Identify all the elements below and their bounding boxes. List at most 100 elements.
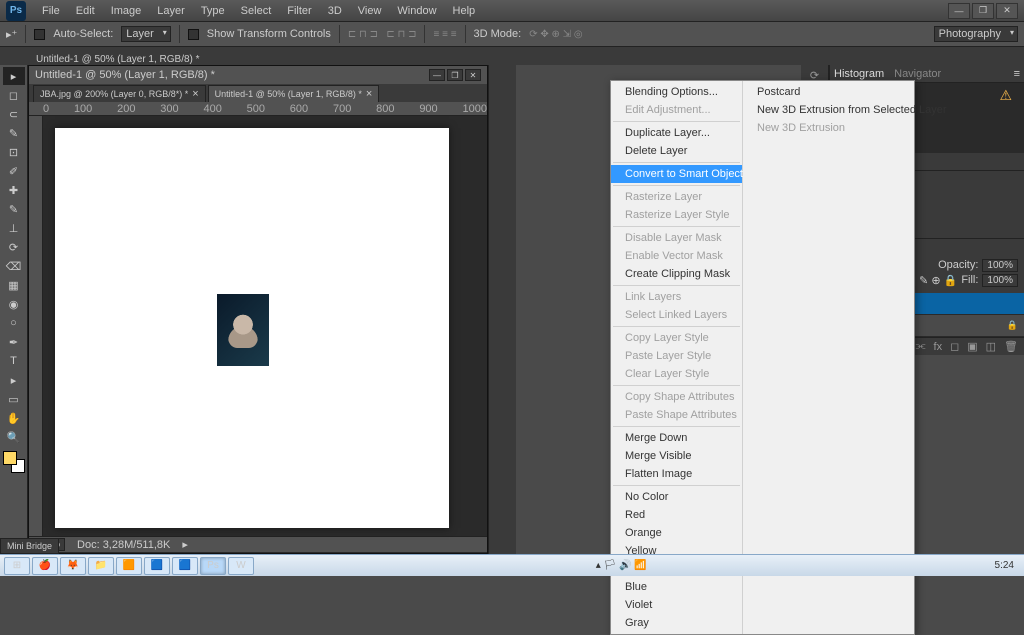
app-logo: Ps (6, 1, 26, 21)
doc-size: Doc: 3,28M/511,8K (77, 539, 170, 551)
ctx-merge-down[interactable]: Merge Down (611, 429, 742, 447)
distribute-icons[interactable]: ≡ ≡ ≡ (433, 29, 456, 40)
taskbar-finder[interactable]: 🍎 (32, 557, 58, 575)
menu-view[interactable]: View (350, 2, 390, 20)
ctx-rasterize-layer: Rasterize Layer (611, 188, 742, 206)
tray-icons[interactable]: ▴ 🏳 🔊 📶 (596, 560, 653, 571)
ctx-disable-layer-mask: Disable Layer Mask (611, 229, 742, 247)
auto-select-checkbox[interactable] (34, 29, 45, 40)
ctx-no-color[interactable]: No Color (611, 488, 742, 506)
align-icons[interactable]: ⊏ ⊓ ⊐ ⊏ ⊓ ⊐ (348, 29, 417, 40)
taskbar-app3[interactable]: 🟦 (172, 557, 198, 575)
status-arrow-icon[interactable]: ▸ (182, 538, 188, 551)
menu-layer[interactable]: Layer (149, 2, 193, 20)
3d-mode-icons[interactable]: ⟳ ✥ ⊕ ⇲ ◎ (529, 29, 582, 40)
hand-tool[interactable]: ✋ (3, 409, 25, 427)
menu-image[interactable]: Image (103, 2, 150, 20)
color-swatches[interactable] (3, 451, 25, 473)
ctx-enable-vector-mask: Enable Vector Mask (611, 247, 742, 265)
docwin-title-text: Untitled-1 @ 50% (Layer 1, RGB/8) * (35, 69, 215, 81)
taskbar-photoshop[interactable]: Ps (200, 557, 226, 575)
docwin-maximize[interactable]: ❐ (447, 69, 463, 81)
brush-tool[interactable]: ✎ (3, 200, 25, 218)
canvas[interactable] (43, 116, 487, 536)
doc-tab[interactable]: Untitled-1 @ 50% (Layer 1, RGB/8) * × (208, 85, 380, 102)
clock: 5:24 (995, 560, 1020, 571)
lasso-tool[interactable]: ⊂ (3, 105, 25, 123)
ctx-blending-options-[interactable]: Blending Options... (611, 83, 742, 101)
marquee-tool[interactable]: ◻ (3, 86, 25, 104)
taskbar-app1[interactable]: 🟧 (116, 557, 142, 575)
ctx-gray[interactable]: Gray (611, 614, 742, 632)
close-tab-icon[interactable]: × (192, 88, 198, 100)
ctx-flatten-image[interactable]: Flatten Image (611, 465, 742, 483)
taskbar-explorer[interactable]: 📁 (88, 557, 114, 575)
window-restore[interactable]: ❐ (972, 3, 994, 19)
status-bar: 50% Doc: 3,28M/511,8K ▸ (29, 536, 487, 552)
ctx-orange[interactable]: Orange (611, 524, 742, 542)
ruler-vertical (29, 116, 43, 536)
ctx-duplicate-layer-[interactable]: Duplicate Layer... (611, 124, 742, 142)
ctx-delete-layer[interactable]: Delete Layer (611, 142, 742, 160)
gradient-tool[interactable]: ▦ (3, 276, 25, 294)
start-button[interactable]: ⊞ (4, 557, 30, 575)
taskbar-word[interactable]: W (228, 557, 254, 575)
window-close[interactable]: ✕ (996, 3, 1018, 19)
3d-mode-label: 3D Mode: (474, 28, 522, 40)
eyedropper-tool[interactable]: ✐ (3, 162, 25, 180)
menu-help[interactable]: Help (445, 2, 484, 20)
ctx-blue[interactable]: Blue (611, 578, 742, 596)
options-bar: ▸⁺ Auto-Select: Layer Show Transform Con… (0, 22, 1024, 47)
taskbar-firefox[interactable]: 🦊 (60, 557, 86, 575)
move-tool[interactable]: ▸ (3, 67, 25, 85)
menu-window[interactable]: Window (389, 2, 444, 20)
ctx-link-layers: Link Layers (611, 288, 742, 306)
shape-tool[interactable]: ▭ (3, 390, 25, 408)
doc-tab[interactable]: JBA.jpg @ 200% (Layer 0, RGB/8*) * × (33, 85, 206, 102)
pen-tool[interactable]: ✒ (3, 333, 25, 351)
placed-image[interactable] (217, 294, 269, 366)
ctx-postcard[interactable]: Postcard (743, 83, 915, 101)
ctx-select-linked-layers: Select Linked Layers (611, 306, 742, 324)
clone-tool[interactable]: ⊥ (3, 219, 25, 237)
ctx-copy-layer-style: Copy Layer Style (611, 329, 742, 347)
ctx-clear-layer-style: Clear Layer Style (611, 365, 742, 383)
path-select-tool[interactable]: ▸ (3, 371, 25, 389)
ctx-violet[interactable]: Violet (611, 596, 742, 614)
collapsed-panel-strip-left[interactable] (488, 65, 516, 554)
taskbar-app2[interactable]: 🟦 (144, 557, 170, 575)
menu-select[interactable]: Select (233, 2, 280, 20)
show-transform-checkbox[interactable] (188, 29, 199, 40)
type-tool[interactable]: T (3, 352, 25, 370)
zoom-tool[interactable]: 🔍 (3, 428, 25, 446)
ctx-edit-adjustment-: Edit Adjustment... (611, 101, 742, 119)
blur-tool[interactable]: ◉ (3, 295, 25, 313)
ctx-merge-visible[interactable]: Merge Visible (611, 447, 742, 465)
menu-3d[interactable]: 3D (320, 2, 350, 20)
ctx-new-3d-extrusion-from-selected-layer[interactable]: New 3D Extrusion from Selected Layer (743, 101, 915, 119)
active-doc-title: Untitled-1 @ 50% (Layer 1, RGB/8) * (28, 54, 208, 65)
warning-icon[interactable]: ⚠ (999, 87, 1012, 104)
menu-file[interactable]: File (34, 2, 68, 20)
auto-select-label: Auto-Select: (53, 28, 113, 40)
ctx-red[interactable]: Red (611, 506, 742, 524)
workspace-switcher[interactable]: Photography (934, 26, 1018, 42)
quick-select-tool[interactable]: ✎ (3, 124, 25, 142)
history-brush-tool[interactable]: ⟳ (3, 238, 25, 256)
docwin-close[interactable]: ✕ (465, 69, 481, 81)
document-window: Untitled-1 @ 50% (Layer 1, RGB/8) * — ❐ … (28, 65, 488, 554)
eraser-tool[interactable]: ⌫ (3, 257, 25, 275)
close-tab-icon[interactable]: × (366, 88, 372, 100)
menu-edit[interactable]: Edit (68, 2, 103, 20)
auto-select-target[interactable]: Layer (121, 26, 171, 42)
window-minimize[interactable]: — (948, 3, 970, 19)
spot-heal-tool[interactable]: ✚ (3, 181, 25, 199)
menu-filter[interactable]: Filter (279, 2, 319, 20)
ctx-create-clipping-mask[interactable]: Create Clipping Mask (611, 265, 742, 283)
ctx-convert-to-smart-object[interactable]: Convert to Smart Object (611, 165, 742, 183)
docwin-minimize[interactable]: — (429, 69, 445, 81)
crop-tool[interactable]: ⊡ (3, 143, 25, 161)
mini-bridge-tab[interactable]: Mini Bridge (0, 538, 59, 554)
menu-type[interactable]: Type (193, 2, 233, 20)
dodge-tool[interactable]: ○ (3, 314, 25, 332)
